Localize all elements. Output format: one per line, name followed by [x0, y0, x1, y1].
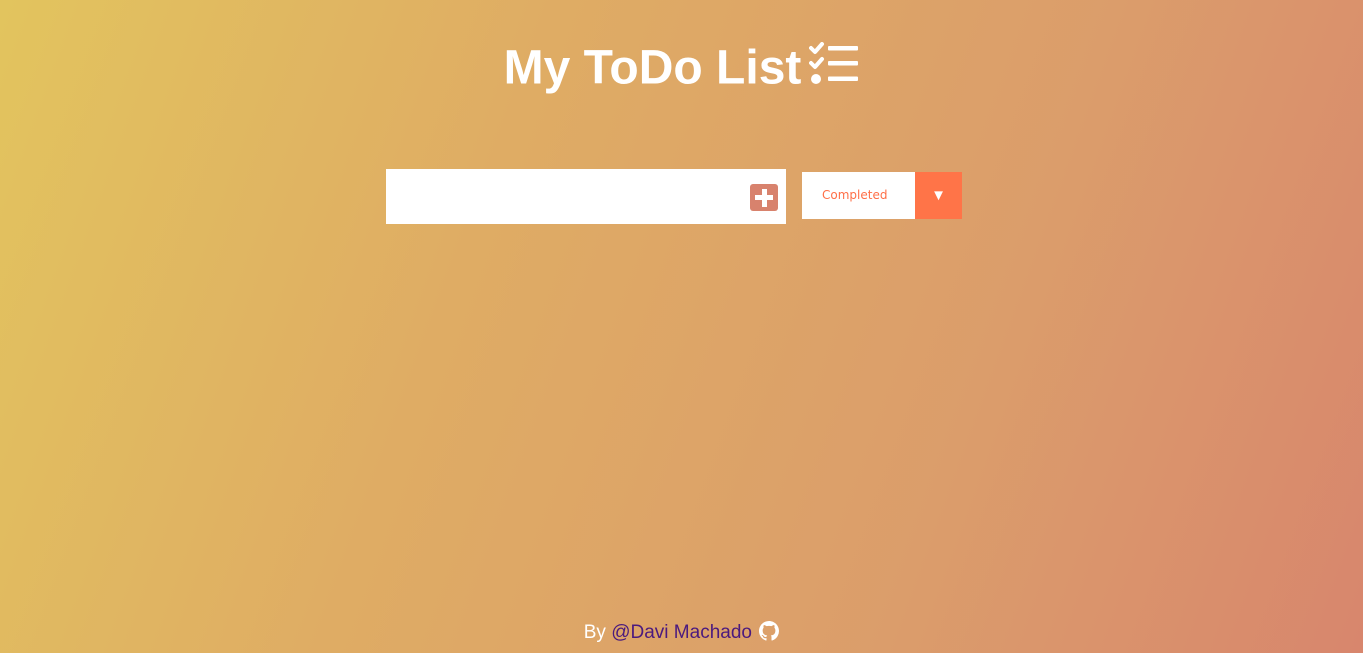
- filter-select[interactable]: Completed ▼: [802, 172, 962, 219]
- tasks-checklist-icon: [809, 42, 859, 86]
- page-title: My ToDo List: [0, 38, 1363, 96]
- caret-down-icon[interactable]: ▼: [915, 172, 962, 219]
- page-title-text: My ToDo List: [503, 41, 802, 95]
- todo-input[interactable]: [386, 169, 741, 224]
- todo-form: [386, 169, 786, 224]
- author-link[interactable]: @Davi Machado: [611, 622, 752, 643]
- github-icon[interactable]: [759, 621, 780, 641]
- footer-prefix: By: [583, 622, 606, 643]
- plus-icon-stroke: [761, 188, 767, 207]
- filter-selected-value: Completed: [822, 188, 888, 202]
- add-todo-button[interactable]: [750, 184, 778, 211]
- footer: By @Davi Machado: [0, 621, 1363, 645]
